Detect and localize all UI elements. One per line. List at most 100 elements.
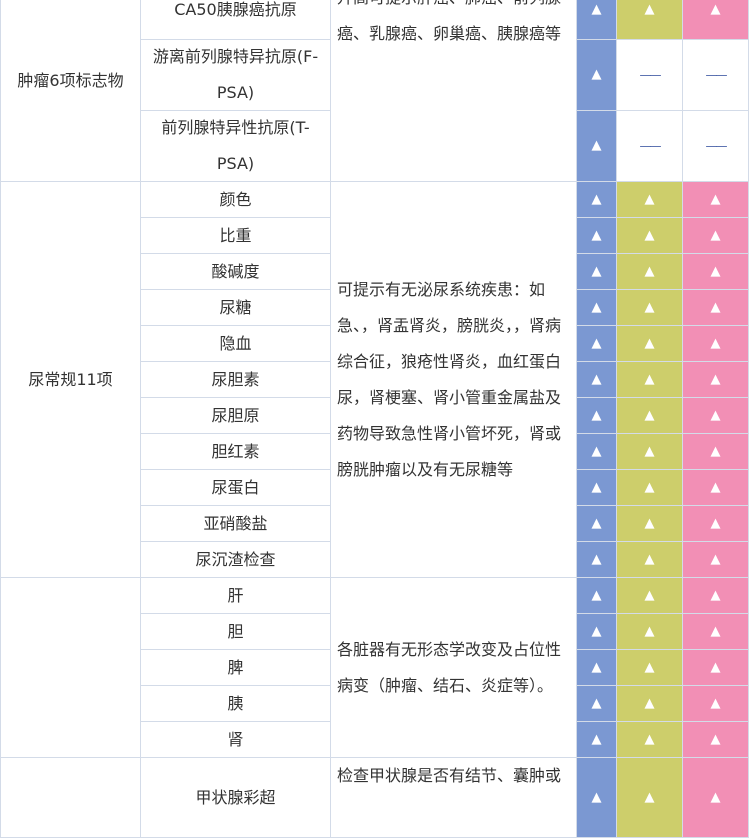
- not-included-dash: ——: [705, 68, 728, 82]
- package-1-cell: ▲: [577, 254, 617, 290]
- included-mark-icon: ▲: [591, 227, 602, 243]
- package-3-cell: ▲: [683, 506, 749, 542]
- included-mark-icon: ▲: [644, 227, 655, 243]
- description-cell-text: 可提示有无泌尿系统疾患：如急、，肾盂肾炎，膀胱炎，，肾病综合征，狼疮性肾炎，血红…: [337, 279, 562, 479]
- package-2-cell: ——: [617, 111, 683, 182]
- item-name-cell: 胰: [141, 686, 331, 722]
- package-2-cell: ▲: [617, 182, 683, 218]
- included-mark-icon: ▲: [591, 515, 602, 531]
- exam-package-table: 肿瘤6项标志物 升高可提示肝癌、肺癌、前列腺癌、乳腺癌、卵巢癌、胰腺癌等 CA50胰…: [0, 0, 750, 838]
- not-included-dash: ——: [705, 139, 728, 153]
- category-cell-text: 肿瘤6项标志物: [17, 70, 124, 90]
- description-cell-text: 检查甲状腺是否有结节、囊肿或: [337, 766, 562, 785]
- item-name-cell-text: CA50胰腺癌抗原: [174, 0, 297, 19]
- package-1-cell: ▲: [577, 362, 617, 398]
- package-3-cell: ▲: [683, 218, 749, 254]
- item-name-cell-text: 尿蛋白: [211, 477, 260, 497]
- item-name-cell: 脾: [141, 650, 331, 686]
- description-cell: 升高可提示肝癌、肺癌、前列腺癌、乳腺癌、卵巢癌、胰腺癌等: [331, 0, 577, 182]
- package-2-cell: ▲: [617, 218, 683, 254]
- package-3-cell: ——: [683, 111, 749, 182]
- package-3-cell: ▲: [683, 686, 749, 722]
- included-mark-icon: ▲: [710, 587, 721, 603]
- item-name-cell: 甲状腺彩超: [141, 758, 331, 838]
- package-1-cell: ▲: [577, 506, 617, 542]
- item-name-cell: 尿糖: [141, 290, 331, 326]
- package-2-cell: ▲: [617, 578, 683, 614]
- package-1-cell: ▲: [577, 290, 617, 326]
- included-mark-icon: ▲: [710, 191, 721, 207]
- item-name-cell: CA50胰腺癌抗原: [141, 0, 331, 40]
- package-3-cell: ▲: [683, 362, 749, 398]
- package-3-cell: ▲: [683, 434, 749, 470]
- package-2-cell: ▲: [617, 542, 683, 578]
- package-2-cell: ▲: [617, 362, 683, 398]
- package-3-cell: ▲: [683, 542, 749, 578]
- package-3-cell: ▲: [683, 722, 749, 758]
- included-mark-icon: ▲: [644, 371, 655, 387]
- included-mark-icon: ▲: [591, 138, 602, 153]
- included-mark-icon: ▲: [710, 335, 721, 351]
- package-3-cell: ▲: [683, 578, 749, 614]
- item-name-cell: 隐血: [141, 326, 331, 362]
- package-3-cell: ▲: [683, 182, 749, 218]
- item-name-cell: 前列腺特异性抗原(T-PSA): [141, 111, 331, 182]
- item-name-cell-text: 胆红素: [211, 441, 260, 461]
- included-mark-icon: ▲: [644, 191, 655, 207]
- included-mark-icon: ▲: [644, 299, 655, 315]
- item-name-cell-text: 甲状腺彩超: [195, 787, 276, 807]
- not-included-dash: ——: [639, 68, 662, 82]
- included-mark-icon: ▲: [591, 789, 602, 805]
- included-mark-icon: ▲: [710, 371, 721, 387]
- description-cell-text: 升高可提示肝癌、肺癌、前列腺癌、乳腺癌、卵巢癌、胰腺癌等: [337, 0, 562, 43]
- item-name-cell-text: 颜色: [219, 189, 252, 209]
- package-2-cell: ▲: [617, 722, 683, 758]
- package-1-cell: ▲: [577, 218, 617, 254]
- item-name-cell-text: 尿胆素: [211, 369, 260, 389]
- included-mark-icon: ▲: [644, 479, 655, 495]
- included-mark-icon: ▲: [710, 263, 721, 279]
- package-2-cell: ▲: [617, 0, 683, 40]
- included-mark-icon: ▲: [710, 299, 721, 315]
- package-1-cell: ▲: [577, 722, 617, 758]
- package-1-cell: ▲: [577, 40, 617, 111]
- included-mark-icon: ▲: [710, 1, 721, 17]
- category-cell-text: 尿常规11项: [28, 369, 113, 389]
- description-cell: 检查甲状腺是否有结节、囊肿或: [331, 758, 577, 838]
- item-name-cell-text: 酸碱度: [211, 261, 260, 281]
- item-name-cell-text: 比重: [219, 225, 252, 245]
- package-1-cell: ▲: [577, 650, 617, 686]
- included-mark-icon: ▲: [644, 789, 655, 805]
- item-name-cell: 游离前列腺特异抗原(F-PSA): [141, 40, 331, 111]
- included-mark-icon: ▲: [644, 623, 655, 639]
- included-mark-icon: ▲: [591, 479, 602, 495]
- item-name-cell-text: 游离前列腺特异抗原(F-PSA): [152, 47, 319, 102]
- package-1-cell: ▲: [577, 326, 617, 362]
- package-2-cell: ▲: [617, 758, 683, 838]
- included-mark-icon: ▲: [591, 551, 602, 567]
- item-name-cell-text: 隐血: [219, 333, 252, 353]
- included-mark-icon: ▲: [591, 263, 602, 279]
- included-mark-icon: ▲: [710, 789, 721, 805]
- included-mark-icon: ▲: [591, 191, 602, 207]
- included-mark-icon: ▲: [710, 695, 721, 711]
- package-3-cell: ▲: [683, 0, 749, 40]
- package-2-cell: ▲: [617, 254, 683, 290]
- not-included-dash: ——: [639, 139, 662, 153]
- included-mark-icon: ▲: [710, 407, 721, 423]
- category-cell: [0, 578, 141, 758]
- package-3-cell: ——: [683, 40, 749, 111]
- package-2-cell: ▲: [617, 506, 683, 542]
- included-mark-icon: ▲: [644, 335, 655, 351]
- package-2-cell: ▲: [617, 326, 683, 362]
- package-1-cell: ▲: [577, 434, 617, 470]
- package-2-cell: ▲: [617, 650, 683, 686]
- package-1-cell: ▲: [577, 470, 617, 506]
- package-3-cell: ▲: [683, 614, 749, 650]
- package-2-cell: ——: [617, 40, 683, 111]
- included-mark-icon: ▲: [644, 731, 655, 747]
- package-1-cell: ▲: [577, 182, 617, 218]
- item-name-cell: 比重: [141, 218, 331, 254]
- item-name-cell: 肝: [141, 578, 331, 614]
- package-1-cell: ▲: [577, 0, 617, 40]
